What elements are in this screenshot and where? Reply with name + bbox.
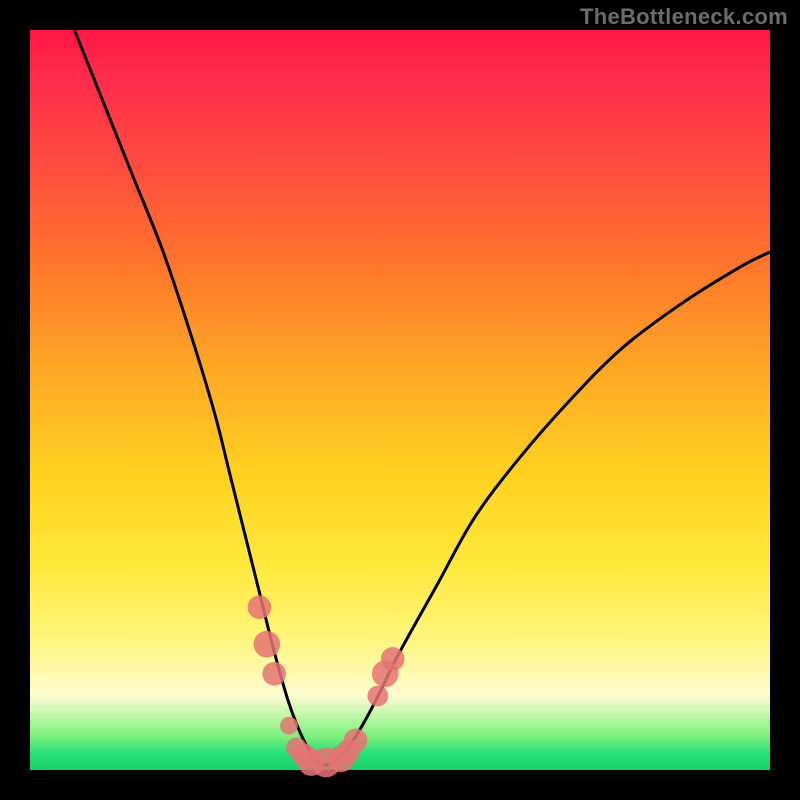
chart-frame: TheBottleneck.com xyxy=(0,0,800,800)
bottleneck-curve xyxy=(74,30,770,765)
data-marker xyxy=(248,595,272,619)
data-marker xyxy=(253,631,280,658)
data-marker xyxy=(344,729,368,753)
data-marker xyxy=(381,647,405,671)
data-marker xyxy=(262,662,286,686)
curve-layer xyxy=(30,30,770,770)
data-marker xyxy=(280,717,298,735)
watermark-text: TheBottleneck.com xyxy=(580,4,788,30)
plot-area xyxy=(30,30,770,770)
data-marker xyxy=(367,686,388,707)
markers-group xyxy=(248,595,405,777)
